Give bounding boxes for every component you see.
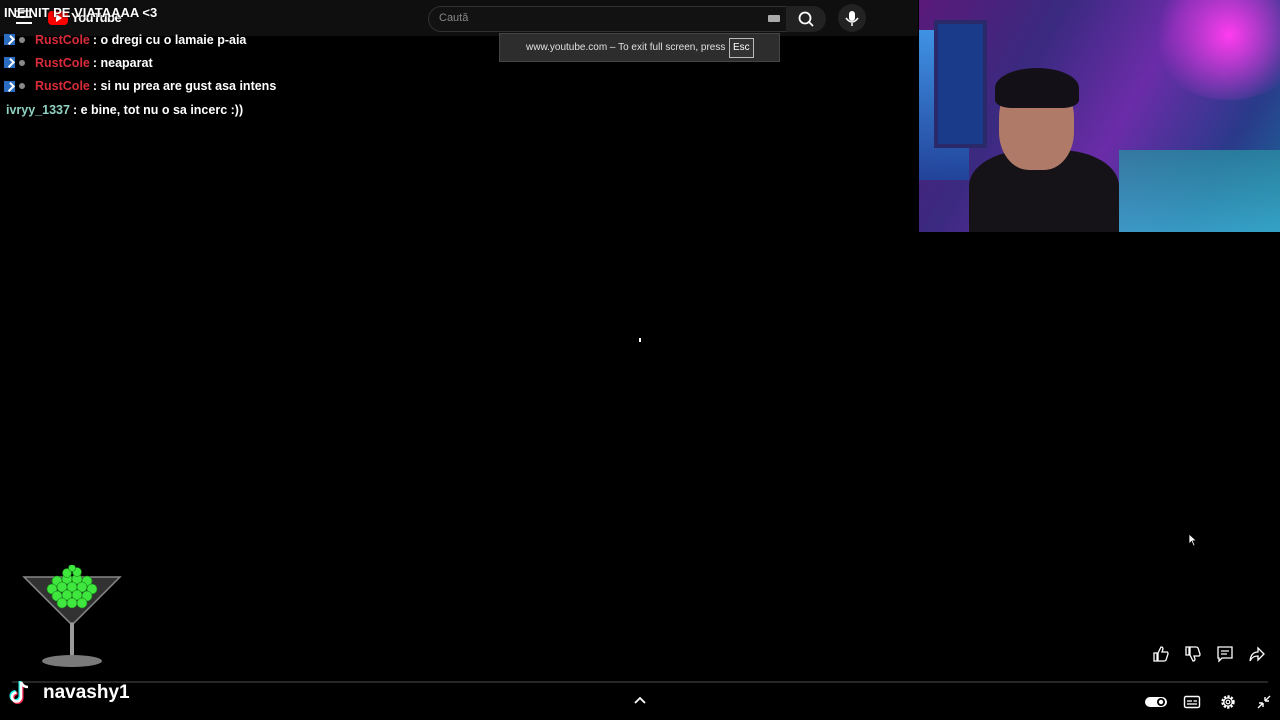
chat-text: : e bine, tot nu o sa incerc :)) [72,102,244,117]
webcam-feed [919,0,1280,232]
subtitles-icon [1183,695,1201,709]
comment-icon [1217,646,1233,663]
badge-icon [19,59,25,66]
search-placeholder: Caută [439,12,469,24]
loading-dot [639,338,641,342]
search-button[interactable] [786,6,826,32]
goal-glass-widget [22,565,122,667]
microphone-icon [845,11,859,26]
expand-button[interactable] [632,692,648,713]
chat-username: RustCole [35,55,90,70]
chat-text: : si nu prea are gust asa intens [92,79,277,94]
exit-fullscreen-icon [1257,695,1271,709]
tiktok-username: navashy1 [43,682,130,703]
badge-icon [4,34,15,46]
player-controls [1144,690,1276,714]
subtitles-button[interactable] [1180,690,1204,714]
voice-search-button[interactable] [838,4,866,32]
chat-message: ivryy_1337 : e bine, tot nu o sa incerc … [4,98,276,121]
comments-button[interactable] [1214,643,1236,665]
mouse-cursor-icon [1188,533,1198,547]
chat-overlay: RustCole : o dregi cu o lamaie p-aia Rus… [4,28,276,121]
chat-username: RustCole [35,79,90,94]
chat-username: ivryy_1337 [6,102,70,117]
chat-message: RustCole : si nu prea are gust asa inten… [4,75,276,98]
badge-icon [19,36,25,43]
share-button[interactable] [1246,643,1268,665]
badge-icon [19,83,25,90]
badge-icon [4,57,15,69]
thumbs-down-icon [1185,646,1201,662]
thumbs-up-icon [1153,646,1169,662]
stream-title-overlay: INFINIT PE VIATAAAA <3 [4,5,158,20]
autoplay-toggle-icon [1145,697,1167,707]
autoplay-toggle[interactable] [1144,690,1168,714]
dislike-button[interactable] [1182,643,1204,665]
video-progress-bar[interactable] [12,681,1268,683]
chat-text: : o dregi cu o lamaie p-aia [92,32,247,47]
esc-key-badge: Esc [729,38,754,58]
chat-text: : neaparat [92,55,153,70]
share-icon [1249,646,1265,662]
chevron-up-icon [634,696,646,704]
exit-fullscreen-button[interactable] [1252,690,1276,714]
settings-button[interactable] [1216,690,1240,714]
search-icon [798,11,814,27]
fullscreen-toast-text: www.youtube.com – To exit full screen, p… [526,42,726,53]
keyboard-icon[interactable] [768,15,780,22]
gear-icon [1221,695,1235,709]
chat-message: RustCole : neaparat [4,51,276,74]
fullscreen-toast: www.youtube.com – To exit full screen, p… [499,33,780,62]
chat-username: RustCole [35,32,90,47]
video-actions [1150,643,1268,665]
badge-icon [4,80,15,92]
search-input[interactable]: Caută [428,6,787,32]
chat-message: RustCole : o dregi cu o lamaie p-aia [4,28,276,51]
like-button[interactable] [1150,643,1172,665]
